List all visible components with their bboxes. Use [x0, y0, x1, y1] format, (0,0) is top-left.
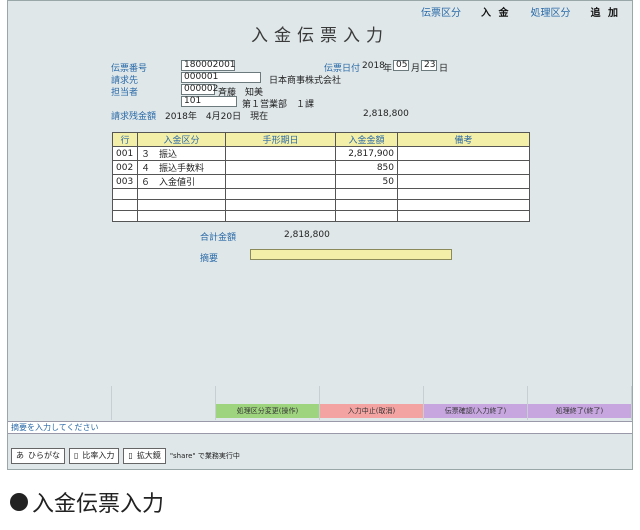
function-key-label: 入力中止(取消)	[320, 404, 423, 418]
dept-code-field[interactable]: 101	[181, 96, 237, 107]
cell-due[interactable]	[225, 146, 336, 161]
function-key-label	[8, 404, 111, 418]
slip-date-month[interactable]: 05	[393, 60, 409, 71]
figure-caption: 入金伝票入力	[10, 486, 164, 518]
cell-type[interactable]	[137, 210, 226, 222]
table-row[interactable]: 002 ４ 振込手数料 850	[112, 160, 530, 175]
cell-due[interactable]	[225, 199, 336, 211]
top-status-bar: 伝票区分 入 金 処理区分 追 加	[413, 1, 632, 21]
slip-no-field[interactable]: 180002001	[181, 60, 236, 71]
balance-date: 2018年 4月20日 現在	[165, 112, 269, 122]
cell-amount[interactable]	[335, 188, 398, 200]
magnifier-button[interactable]: ▯ 拡大鏡	[123, 448, 166, 464]
col-header-due: 手形期日	[225, 132, 336, 147]
cell-due[interactable]	[225, 188, 336, 200]
bullet-icon	[10, 493, 28, 511]
table-row[interactable]	[112, 210, 530, 222]
cell-note[interactable]	[397, 160, 530, 175]
grip-icon: ▯	[74, 451, 79, 460]
cell-amount[interactable]	[335, 199, 398, 211]
cell-amount[interactable]: 50	[335, 174, 398, 189]
process-type-value: 追 加	[590, 7, 620, 19]
end-process-button[interactable]: 処理終了(終了)	[528, 386, 632, 420]
function-key-label: 処理区分変更(操作)	[216, 404, 319, 418]
table-row[interactable]	[112, 199, 530, 211]
cell-line[interactable]	[112, 188, 138, 200]
entry-grid: 行 入金区分 手形期日 入金金額 備考 001 ３ 振込 2,817,900 0…	[112, 132, 530, 222]
ime-toolbar: あ ひらがな ▯ 比率入力 ▯ 拡大鏡 "share" で業務実行中	[8, 447, 240, 465]
balance-amount: 2,818,800	[363, 109, 409, 119]
total-label: 合計金額	[200, 233, 237, 243]
year-unit: 年	[383, 64, 393, 74]
person-code-field[interactable]: 000002	[181, 84, 218, 95]
confirm-slip-button[interactable]: 伝票確認(入力終了)	[424, 386, 528, 420]
memo-input[interactable]	[250, 249, 452, 260]
table-row[interactable]	[112, 188, 530, 200]
col-header-note: 備考	[397, 132, 530, 147]
function-key-label: 伝票確認(入力終了)	[424, 404, 527, 418]
person-label: 担当者	[111, 88, 139, 98]
day-unit: 日	[439, 64, 449, 74]
app-window: 伝票区分 入 金 処理区分 追 加 入金伝票入力 伝票番号 180002001 …	[7, 0, 633, 470]
cell-type[interactable]	[137, 188, 226, 200]
function-key-label	[112, 404, 215, 418]
cell-line[interactable]	[112, 199, 138, 211]
billing-name: 日本商事株式会社	[269, 76, 342, 86]
month-unit: 月	[411, 64, 421, 74]
page-title: 入金伝票入力	[251, 26, 389, 46]
cell-due[interactable]	[225, 174, 336, 189]
cell-note[interactable]	[397, 210, 530, 222]
function-key-1[interactable]	[8, 386, 112, 420]
caption-text: 入金伝票入力	[32, 492, 165, 517]
balance-label: 請求残金額	[111, 112, 157, 122]
col-header-amount: 入金金額	[335, 132, 398, 147]
cell-line[interactable]	[112, 210, 138, 222]
cell-note[interactable]	[397, 174, 530, 189]
function-key-label: 処理終了(終了)	[528, 404, 631, 418]
cell-line[interactable]: 002	[112, 160, 138, 175]
slip-type-value: 入 金	[481, 7, 511, 19]
ime-mode-label: ひらがな	[28, 451, 60, 460]
cell-due[interactable]	[225, 160, 336, 175]
cell-note[interactable]	[397, 146, 530, 161]
table-row[interactable]: 003 ６ 入金値引 50	[112, 174, 530, 189]
cell-note[interactable]	[397, 188, 530, 200]
billing-code-field[interactable]: 000001	[181, 72, 261, 83]
col-header-type: 入金区分	[137, 132, 226, 147]
ratio-input-label: 比率入力	[82, 451, 115, 460]
cell-line[interactable]: 001	[112, 146, 138, 161]
status-text: "share" で業務実行中	[169, 452, 240, 460]
ime-mode-button[interactable]: あ ひらがな	[11, 448, 65, 464]
cell-line[interactable]: 003	[112, 174, 138, 189]
process-type-caption: 処理区分	[530, 7, 571, 19]
memo-label: 摘要	[200, 254, 219, 264]
cancel-input-button[interactable]: 入力中止(取消)	[320, 386, 424, 420]
total-value: 2,818,800	[284, 230, 330, 240]
grip-icon: ▯	[128, 451, 133, 460]
cell-type[interactable]: ３ 振込	[137, 146, 226, 161]
magnifier-label: 拡大鏡	[136, 451, 161, 460]
cell-type[interactable]: ６ 入金値引	[137, 174, 226, 189]
cell-note[interactable]	[397, 199, 530, 211]
table-row[interactable]: 001 ３ 振込 2,817,900	[112, 146, 530, 161]
slip-date-year[interactable]: 2018	[362, 61, 385, 71]
message-bar: 摘要を入力してください	[8, 421, 632, 434]
function-key-bar: 処理区分変更(操作) 入力中止(取消) 伝票確認(入力終了) 処理終了(終了)	[8, 386, 632, 420]
cell-amount[interactable]	[335, 210, 398, 222]
function-key-2[interactable]	[112, 386, 216, 420]
cell-amount[interactable]: 850	[335, 160, 398, 175]
slip-type-caption: 伝票区分	[421, 7, 462, 19]
cell-due[interactable]	[225, 210, 336, 222]
cell-type[interactable]: ４ 振込手数料	[137, 160, 226, 175]
change-process-type-button[interactable]: 処理区分変更(操作)	[216, 386, 320, 420]
cell-amount[interactable]: 2,817,900	[335, 146, 398, 161]
col-header-line: 行	[112, 132, 138, 147]
cell-type[interactable]	[137, 199, 226, 211]
ratio-input-button[interactable]: ▯ 比率入力	[69, 448, 120, 464]
hiragana-icon: あ	[16, 451, 24, 460]
slip-date-day[interactable]: 23	[421, 60, 437, 71]
